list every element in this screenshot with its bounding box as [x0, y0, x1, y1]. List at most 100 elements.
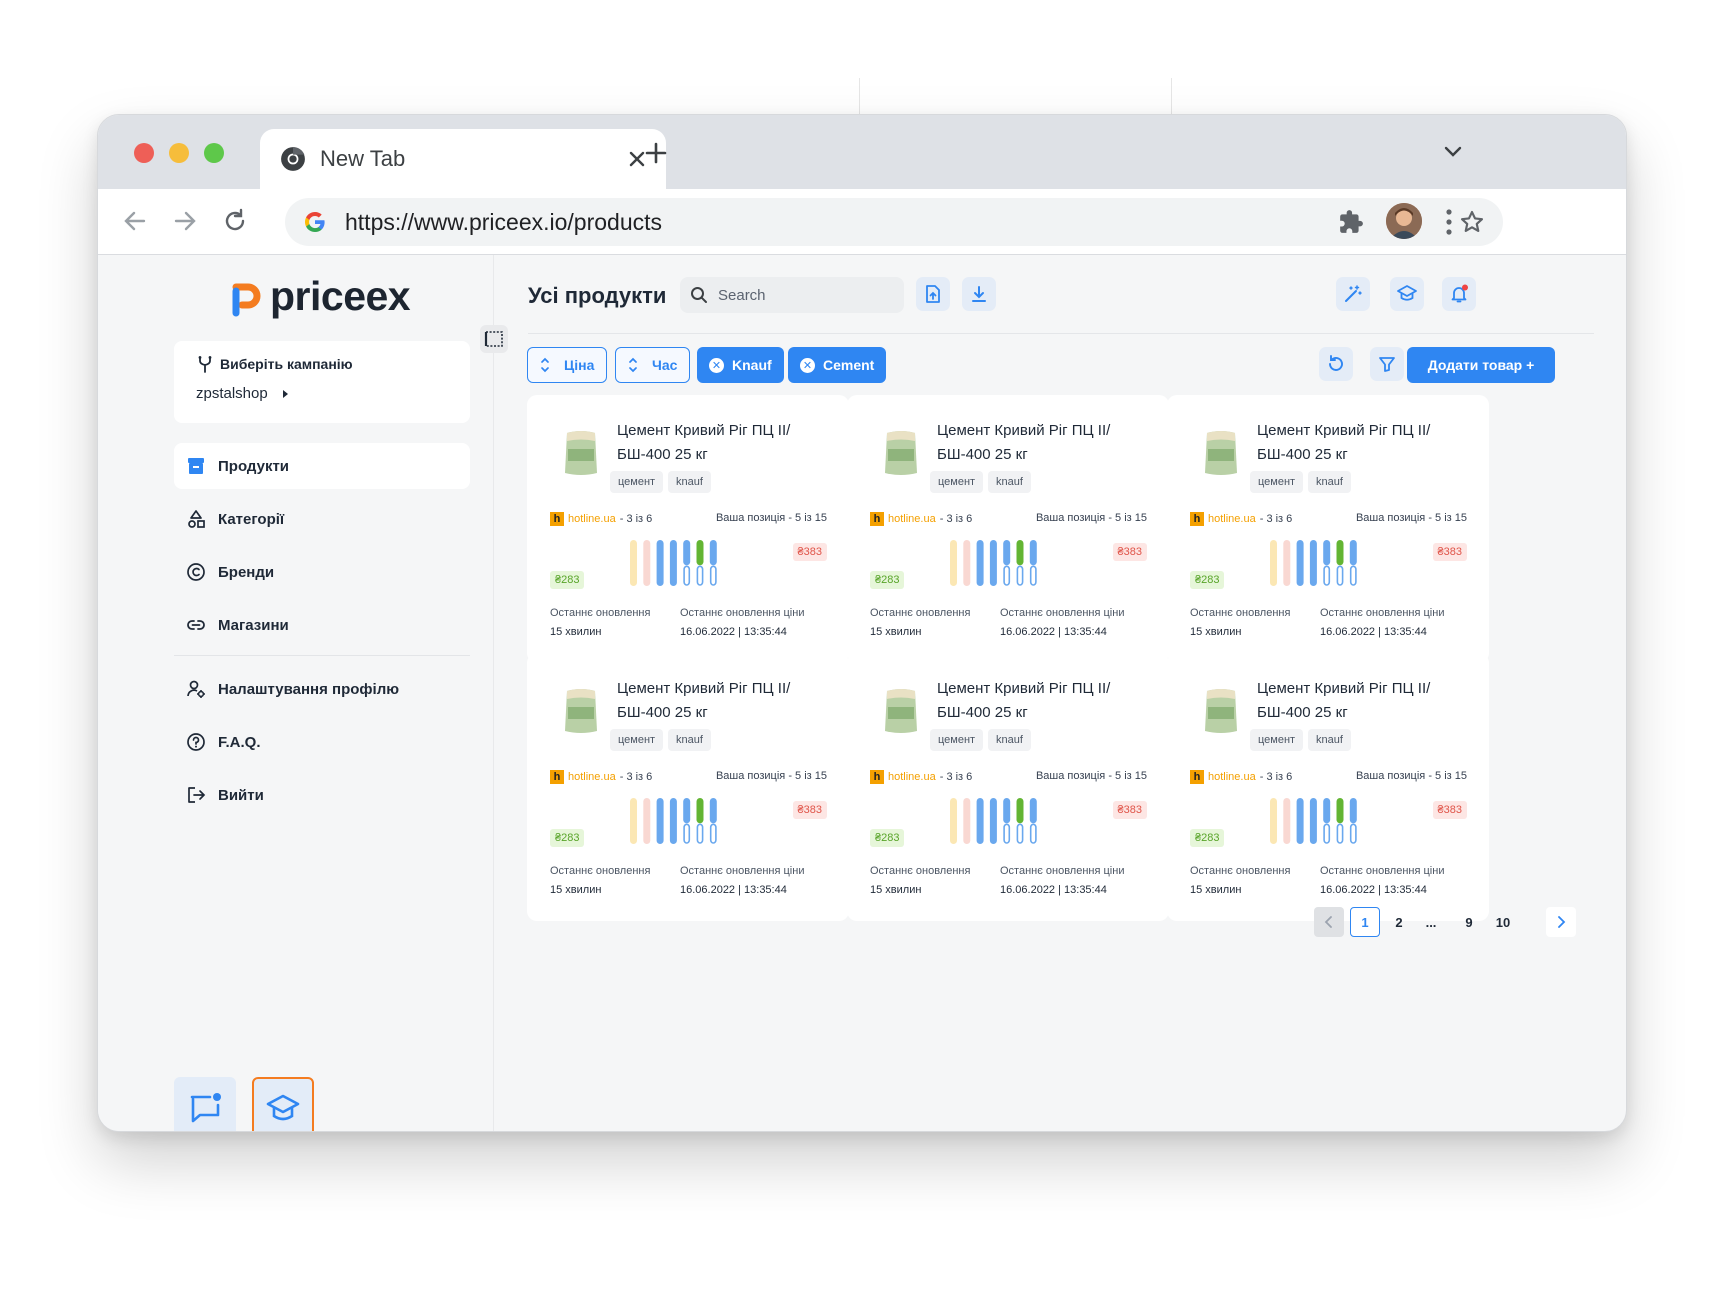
product-title[interactable]: Цемент Кривий Ріг ПЦ II/ БШ-400 25 кг [617, 419, 837, 467]
address-bar[interactable]: https://www.priceex.io/products [285, 198, 1503, 246]
price-bar [1003, 540, 1011, 566]
price-bar [1323, 798, 1331, 824]
sort-time-label: Час [652, 357, 678, 373]
refresh-button[interactable] [1319, 347, 1353, 381]
browser-tab[interactable]: New Tab [260, 129, 666, 189]
learning-button[interactable] [252, 1077, 314, 1131]
source-link[interactable]: hotline.ua [568, 771, 616, 783]
tutorial-button[interactable] [1390, 277, 1424, 311]
maximize-window-button[interactable] [204, 143, 224, 163]
price-bar [1296, 798, 1304, 844]
your-position: Ваша позиція - 5 із 15 [1355, 770, 1467, 782]
filter-chip-knauf[interactable]: ✕ Knauf [697, 347, 784, 383]
product-tag: цемент [1250, 729, 1304, 751]
price-bar [643, 798, 651, 844]
reload-icon[interactable] [222, 208, 248, 234]
download-icon [972, 286, 986, 302]
sidebar-item-brands[interactable]: Бренди [174, 549, 470, 595]
campaign-selector[interactable]: Виберіть кампанію zpstalshop [174, 341, 470, 423]
remove-chip-icon[interactable]: ✕ [800, 357, 815, 373]
browser-menu-icon[interactable] [1444, 208, 1454, 236]
refresh-icon [1329, 355, 1343, 371]
back-arrow-icon[interactable] [122, 208, 148, 234]
sort-time-button[interactable]: Час [615, 347, 691, 383]
magic-wand-button[interactable] [1336, 277, 1370, 311]
sidebar-item-logout[interactable]: Вийти [174, 772, 470, 818]
pagination-prev-button[interactable] [1314, 907, 1344, 937]
profile-avatar[interactable] [1386, 203, 1422, 239]
upload-file-button[interactable] [916, 277, 950, 311]
bookmark-star-icon[interactable] [1459, 209, 1485, 235]
price-bar [976, 798, 984, 844]
chevron-right-icon [1558, 916, 1566, 928]
sidebar-item-stores[interactable]: Магазини [174, 602, 470, 648]
product-title[interactable]: Цемент Кривий Ріг ПЦ II/ БШ-400 25 кг [1257, 419, 1477, 467]
price-high: ₴383 [792, 543, 827, 561]
price-bar-empty [683, 823, 691, 844]
pagination-page[interactable]: 2 [1384, 907, 1414, 937]
source-link[interactable]: hotline.ua [888, 771, 936, 783]
source-link[interactable]: hotline.ua [1208, 771, 1256, 783]
sidebar-item-faq[interactable]: F.A.Q. [174, 719, 470, 765]
price-bar [950, 540, 957, 586]
source-link[interactable]: hotline.ua [568, 513, 616, 525]
pagination-page[interactable]: ... [1416, 907, 1446, 937]
sidebar-item-categories[interactable]: Категорії [174, 496, 470, 542]
pagination-page[interactable]: 10 [1488, 907, 1518, 937]
extensions-puzzle-icon[interactable] [1338, 209, 1364, 235]
filter-chip-cement[interactable]: ✕ Cement [788, 347, 887, 383]
product-card[interactable]: Цемент Кривий Ріг ПЦ II/ БШ-400 25 кг це… [527, 653, 849, 921]
price-bar-empty [1336, 823, 1344, 844]
chat-button[interactable] [174, 1077, 236, 1131]
search-input[interactable] [718, 286, 888, 304]
pagination-next-button[interactable] [1546, 907, 1576, 937]
download-button[interactable] [962, 277, 996, 311]
price-bar-empty [709, 823, 717, 844]
source-rank: - 3 із 6 [939, 513, 973, 525]
product-card[interactable]: Цемент Кривий Ріг ПЦ II/ БШ-400 25 кг це… [1167, 653, 1489, 921]
filter-button[interactable] [1370, 347, 1404, 381]
price-high: ₴383 [1432, 543, 1467, 561]
price-bar [1336, 798, 1344, 824]
product-tag: knauf [988, 471, 1031, 493]
search-box[interactable] [680, 277, 904, 313]
last-update-label: Останнє оновлення [870, 865, 971, 877]
new-tab-icon[interactable] [644, 141, 668, 165]
sidebar-item-products[interactable]: Продукти [174, 443, 470, 489]
product-card[interactable]: Цемент Кривий Ріг ПЦ II/ БШ-400 25 кг це… [847, 395, 1169, 663]
forward-arrow-icon[interactable] [172, 208, 198, 234]
minimize-window-button[interactable] [169, 143, 189, 163]
copyright-icon [187, 563, 205, 581]
price-bar-empty [1336, 565, 1344, 586]
campaign-value: zpstalshop [196, 385, 448, 402]
product-card[interactable]: Цемент Кривий Ріг ПЦ II/ БШ-400 25 кг це… [1167, 395, 1489, 663]
close-window-button[interactable] [134, 143, 154, 163]
your-position: Ваша позиція - 5 із 15 [1035, 770, 1147, 782]
price-bar [1349, 540, 1357, 566]
avatar-face-icon [1386, 203, 1422, 239]
tab-list-chevron-icon[interactable] [1444, 145, 1462, 159]
price-high: ₴383 [1432, 801, 1467, 819]
product-card[interactable]: Цемент Кривий Ріг ПЦ II/ БШ-400 25 кг це… [847, 653, 1169, 921]
product-card[interactable]: Цемент Кривий Ріг ПЦ II/ БШ-400 25 кг це… [527, 395, 849, 663]
sort-price-button[interactable]: Ціна [527, 347, 608, 383]
notifications-button[interactable] [1442, 277, 1476, 311]
pagination-page[interactable]: 1 [1350, 907, 1380, 937]
price-bar [1016, 798, 1024, 824]
product-title[interactable]: Цемент Кривий Ріг ПЦ II/ БШ-400 25 кг [937, 419, 1157, 467]
source-info: h hotline.ua - 3 із 6 [550, 770, 652, 784]
product-title[interactable]: Цемент Кривий Ріг ПЦ II/ БШ-400 25 кг [1257, 677, 1477, 725]
source-link[interactable]: hotline.ua [888, 513, 936, 525]
sidebar-item-profile-settings[interactable]: Налаштування профілю [174, 666, 470, 712]
last-update-label: Останнє оновлення [1190, 865, 1291, 877]
last-update-value: 15 хвилин [550, 626, 602, 638]
product-title[interactable]: Цемент Кривий Ріг ПЦ II/ БШ-400 25 кг [937, 677, 1157, 725]
sidebar: priceex Виберіть кампанію zpstalshop Про… [98, 255, 494, 1131]
remove-chip-icon[interactable]: ✕ [709, 357, 724, 373]
price-bar [669, 540, 677, 586]
add-product-button[interactable]: Додати товар + [1407, 347, 1555, 383]
product-title[interactable]: Цемент Кривий Ріг ПЦ II/ БШ-400 25 кг [617, 677, 837, 725]
pagination-page[interactable]: 9 [1454, 907, 1484, 937]
price-bar-empty [1003, 823, 1011, 844]
source-link[interactable]: hotline.ua [1208, 513, 1256, 525]
